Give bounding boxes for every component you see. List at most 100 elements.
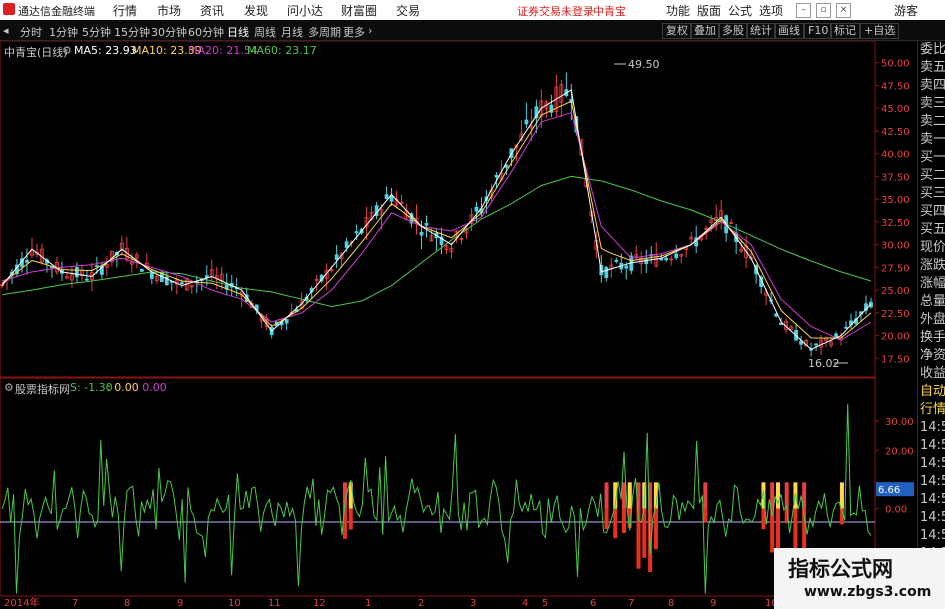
period-monthly[interactable]: 月线	[281, 24, 303, 40]
candle-body	[25, 259, 29, 263]
kline-chart[interactable]: 50.0047.5045.0042.5040.0037.5035.0032.50…	[0, 41, 915, 608]
btn-statistics[interactable]: 统计	[746, 23, 776, 39]
btn-draw[interactable]: 画线	[774, 23, 804, 39]
menu-market-quote[interactable]: 行情	[113, 2, 137, 19]
signal-bar-up	[775, 482, 780, 509]
date-tick-label: 7	[628, 598, 634, 608]
indicator-tick-label: 30.00	[885, 417, 914, 428]
price-tick-label: 32.50	[881, 218, 910, 229]
period-daily[interactable]: 日线	[227, 24, 249, 40]
side-label[interactable]: 收益	[918, 365, 945, 383]
side-time-label[interactable]: 14:5	[918, 419, 945, 437]
period-15min[interactable]: 15分钟	[114, 24, 150, 40]
more-chevron-icon[interactable]: ›	[368, 24, 372, 37]
side-label[interactable]: 外盘	[918, 311, 945, 329]
date-tick-label: 6	[590, 598, 596, 608]
back-icon[interactable]: ◂	[3, 24, 9, 37]
date-tick-label: 7	[72, 598, 78, 608]
period-weekly[interactable]: 周线	[254, 24, 276, 40]
period-more[interactable]: 更多	[343, 24, 365, 40]
side-label[interactable]: 涨幅	[918, 275, 945, 293]
menu-news[interactable]: 资讯	[200, 2, 224, 19]
side-time-label[interactable]: 14:5	[918, 455, 945, 473]
candle-body	[85, 278, 89, 281]
btn-multi-stock[interactable]: 多股	[718, 23, 748, 39]
btn-mark[interactable]: 标记	[830, 23, 860, 39]
side-label[interactable]: 买五	[918, 221, 945, 239]
menu-wealth[interactable]: 财富圈	[341, 2, 377, 19]
side-label[interactable]: 买二	[918, 167, 945, 185]
high-annotation: 49.50	[628, 58, 660, 71]
side-label[interactable]: 买一	[918, 149, 945, 167]
side-time-label[interactable]: 14:5	[918, 437, 945, 455]
date-tick-label: 2	[418, 598, 424, 608]
menu-trade[interactable]: 交易	[396, 2, 420, 19]
menu-bar: 通达信金融终端 行情 市场 资讯 发现 问小达 财富圈 交易 证券交易未登录 中…	[0, 0, 945, 20]
side-time-label[interactable]: 14:5	[918, 509, 945, 527]
candle-body	[524, 119, 529, 125]
menu-function[interactable]: 功能	[666, 2, 690, 19]
signal-bar-down	[775, 508, 780, 552]
candles-group	[0, 72, 873, 357]
indicator-s-line	[1, 403, 872, 594]
restore-icon[interactable]: ▫	[816, 3, 831, 18]
candle-body	[149, 271, 154, 279]
btn-f10[interactable]: F10	[804, 23, 833, 39]
period-intraday[interactable]: 分时	[20, 24, 42, 40]
side-label[interactable]: 现价	[918, 239, 945, 257]
price-tick-label: 45.00	[881, 104, 910, 115]
signal-bar-up	[703, 482, 708, 509]
side-label[interactable]: 卖四	[918, 77, 945, 95]
price-tick-label: 42.50	[881, 127, 910, 138]
side-label[interactable]: 净资	[918, 347, 945, 365]
menu-options[interactable]: 选项	[759, 2, 783, 19]
ma5-line	[1, 89, 872, 350]
minimize-icon[interactable]: –	[796, 3, 811, 18]
period-1min[interactable]: 1分钟	[49, 24, 78, 40]
watermark: 指标公式网 www.zbgs3.com	[774, 548, 945, 609]
candle-body	[94, 265, 99, 268]
menu-market[interactable]: 市场	[157, 2, 181, 19]
watermark-url: www.zbgs3.com	[804, 584, 932, 600]
signal-bar-down	[348, 508, 353, 530]
side-label[interactable]: 买四	[918, 203, 945, 221]
period-5min[interactable]: 5分钟	[82, 24, 111, 40]
menu-ask[interactable]: 问小达	[287, 2, 323, 19]
menu-formula[interactable]: 公式	[728, 2, 752, 19]
date-axis: 2014年789101112123456789101112	[4, 596, 873, 608]
side-label[interactable]: 卖二	[918, 113, 945, 131]
side-time-label[interactable]: 行情	[918, 401, 945, 419]
price-tick-label: 50.00	[881, 59, 910, 70]
candle-body	[419, 231, 424, 236]
menu-layout[interactable]: 版面	[697, 2, 721, 19]
menu-discover[interactable]: 发现	[244, 2, 268, 19]
candle-body	[814, 343, 818, 346]
side-time-label[interactable]: 自动	[918, 383, 945, 401]
side-time-label[interactable]: 14:5	[918, 473, 945, 491]
side-time-label[interactable]: 14:5	[918, 491, 945, 509]
price-tick-label: 47.50	[881, 81, 910, 92]
period-60min[interactable]: 60分钟	[188, 24, 224, 40]
btn-restore-rights[interactable]: 复权	[662, 23, 692, 39]
btn-add-favorite[interactable]: +自选	[860, 23, 900, 39]
period-30min[interactable]: 30分钟	[151, 24, 187, 40]
date-tick-label: 11	[268, 598, 281, 608]
price-tick-label: 22.50	[881, 309, 910, 320]
login-warning: 证券交易未登录	[517, 5, 594, 18]
side-label[interactable]: 委比	[918, 41, 945, 59]
side-label[interactable]: 涨跌	[918, 257, 945, 275]
date-tick-label: 8	[668, 598, 674, 608]
side-label[interactable]: 卖一	[918, 131, 945, 149]
close-icon[interactable]: ×	[836, 3, 851, 18]
side-label[interactable]: 卖五	[918, 59, 945, 77]
side-label[interactable]: 总量	[918, 293, 945, 311]
period-multi[interactable]: 多周期	[308, 24, 341, 40]
price-tick-label: 27.50	[881, 263, 910, 274]
side-time-label[interactable]: 14:5	[918, 527, 945, 545]
side-label[interactable]: 换手	[918, 329, 945, 347]
candle-body	[844, 326, 848, 329]
side-label[interactable]: 卖三	[918, 95, 945, 113]
guest-label[interactable]: 游客	[894, 2, 918, 19]
side-label[interactable]: 买三	[918, 185, 945, 203]
btn-overlay[interactable]: 叠加	[690, 23, 720, 39]
